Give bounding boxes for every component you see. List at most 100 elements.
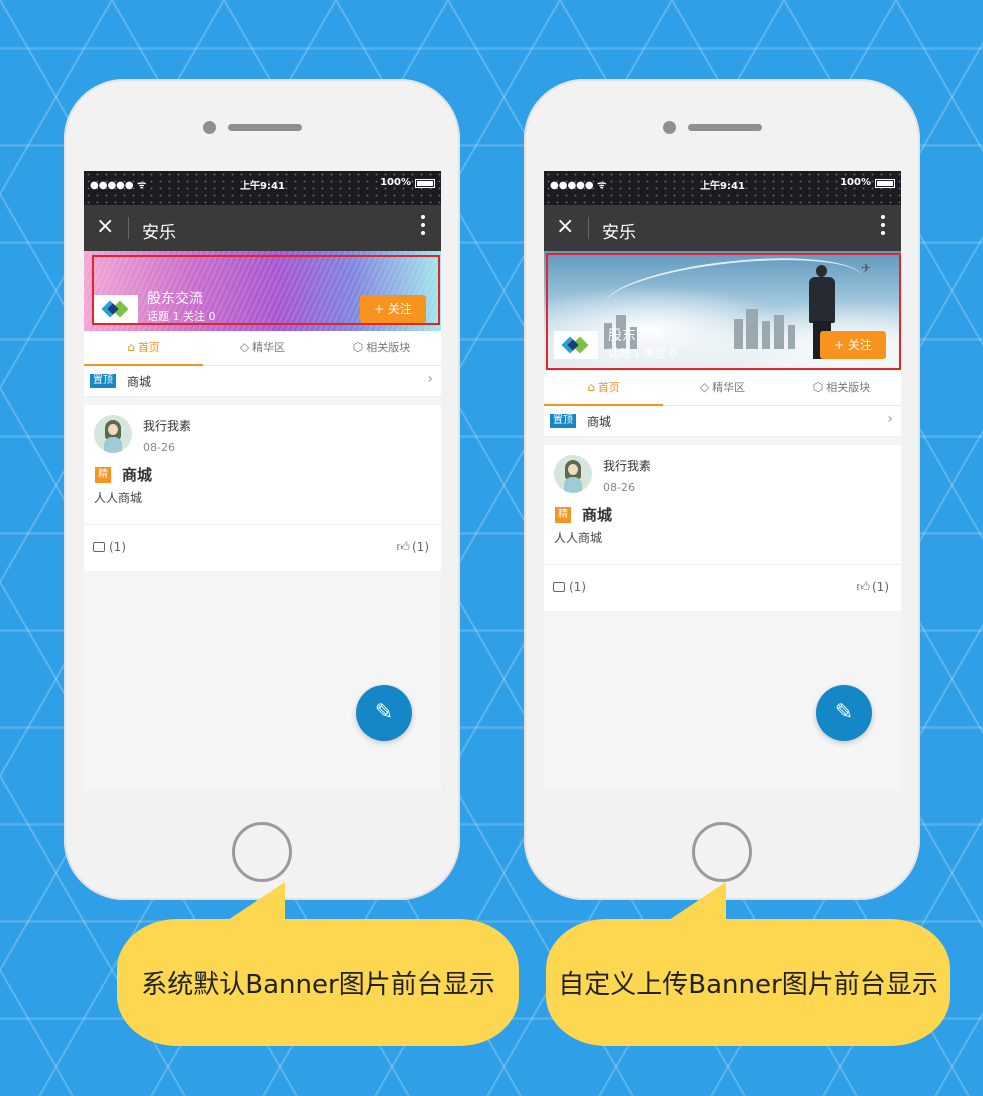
battery-percent: 100%: [840, 177, 871, 188]
tab-label: 相关版块: [366, 341, 411, 354]
post-actions: (1) 👍︎ (1): [544, 565, 901, 611]
caption-custom-banner: 自定义上传Banner图片前台显示: [546, 882, 950, 1046]
home-button[interactable]: [692, 822, 752, 882]
thumbs-up-icon: 👍︎: [396, 540, 410, 555]
close-icon[interactable]: ×: [96, 214, 114, 240]
chevron-right-icon: ›: [887, 411, 893, 427]
comment-count: (1): [569, 580, 586, 594]
home-button[interactable]: [232, 822, 292, 882]
page-title: 安乐: [602, 223, 636, 243]
follow-button[interactable]: + 关注: [820, 331, 886, 359]
forum-stats: 话题 1 关注 0: [147, 310, 216, 323]
featured-badge: 精: [555, 507, 571, 523]
like-count: (1): [872, 580, 889, 594]
post-date: 08-26: [603, 481, 635, 494]
nav-bar: × 安乐: [544, 205, 901, 251]
compose-button[interactable]: ✎: [816, 685, 872, 741]
tab-label: 首页: [137, 341, 160, 354]
pinned-badge: 置顶: [90, 374, 116, 388]
page-title: 安乐: [142, 223, 176, 243]
battery-icon: [875, 179, 895, 188]
caption-default-banner: 系统默认Banner图片前台显示: [117, 882, 519, 1046]
nav-divider: [588, 217, 589, 239]
post-author: 我行我素: [143, 419, 192, 433]
post-description: 人人商城: [94, 491, 143, 505]
speaker: [688, 124, 762, 131]
pinned-badge: 置顶: [550, 414, 576, 428]
callout-tail: [225, 882, 285, 922]
follow-button[interactable]: + 关注: [360, 295, 426, 323]
post-actions: (1) 👍︎ (1): [84, 525, 441, 571]
post-card[interactable]: 我行我素 08-26 精 商城 人人商城: [84, 405, 441, 525]
pinned-text: 商城: [127, 375, 152, 389]
status-bar: ●●●●● ᯤ 上午9:41 100%: [84, 171, 441, 205]
nav-divider: [128, 217, 129, 239]
app-screen: ●●●●● ᯤ 上午9:41 100% × 安乐 ✈ 股东交流 话题 1 关注 …: [544, 171, 901, 790]
forum-logo: [554, 331, 598, 359]
edit-icon: ✎: [374, 700, 394, 725]
comment-button[interactable]: (1): [93, 540, 126, 554]
tab-related[interactable]: ⬡ 相关版块: [782, 371, 901, 405]
tab-label: 相关版块: [826, 381, 871, 394]
post-author: 我行我素: [603, 459, 652, 473]
avatar[interactable]: [94, 415, 132, 453]
app-screen: ●●●●● ᯤ 上午9:41 100% × 安乐 股东交流 话题 1 关注 0 …: [84, 171, 441, 790]
post-description: 人人商城: [554, 531, 603, 545]
edit-icon: ✎: [834, 700, 854, 725]
phone-default-banner: ●●●●● ᯤ 上午9:41 100% × 安乐 股东交流 话题 1 关注 0 …: [64, 79, 460, 900]
camera: [663, 121, 676, 134]
pinned-text: 商城: [587, 415, 612, 429]
cube-icon: ⬡: [352, 340, 364, 354]
more-icon[interactable]: [421, 215, 425, 239]
tab-related[interactable]: ⬡ 相关版块: [322, 331, 441, 365]
battery-icon: [415, 179, 435, 188]
thumbs-up-icon: 👍︎: [856, 580, 870, 595]
post-title: 商城: [122, 466, 153, 484]
caption-text: 系统默认Banner图片前台显示: [141, 970, 495, 1000]
forum-logo: [94, 295, 138, 323]
camera: [203, 121, 216, 134]
forum-name: 股东交流: [608, 328, 664, 344]
post-date: 08-26: [143, 441, 175, 454]
cube-icon: ⬡: [812, 380, 824, 394]
chevron-right-icon: ›: [427, 371, 433, 387]
diamond-icon: ◇: [239, 340, 250, 354]
banner-custom: ✈ 股东交流 话题 1 关注 0 + 关注: [544, 251, 901, 371]
tab-featured[interactable]: ◇ 精华区: [663, 371, 782, 405]
tab-home[interactable]: ⌂ 首页: [84, 331, 203, 366]
pinned-item[interactable]: 置顶 商城 ›: [84, 366, 441, 397]
post-title: 商城: [582, 506, 613, 524]
forum-name: 股东交流: [147, 291, 203, 307]
diamond-icon: ◇: [699, 380, 710, 394]
tab-bar: ⌂ 首页 ◇ 精华区 ⬡ 相关版块: [544, 371, 901, 406]
like-button[interactable]: 👍︎ (1): [856, 580, 889, 595]
tab-label: 首页: [597, 381, 620, 394]
like-button[interactable]: 👍︎ (1): [396, 540, 429, 555]
tab-label: 精华区: [252, 341, 286, 354]
tab-label: 精华区: [712, 381, 746, 394]
forum-stats: 话题 1 关注 0: [608, 347, 677, 360]
compose-button[interactable]: ✎: [356, 685, 412, 741]
status-bar: ●●●●● ᯤ 上午9:41 100%: [544, 171, 901, 205]
tab-bar: ⌂ 首页 ◇ 精华区 ⬡ 相关版块: [84, 331, 441, 366]
featured-badge: 精: [95, 467, 111, 483]
callout-tail: [666, 882, 726, 922]
more-icon[interactable]: [881, 215, 885, 239]
home-icon: ⌂: [127, 340, 135, 354]
like-count: (1): [412, 540, 429, 554]
comment-count: (1): [109, 540, 126, 554]
close-icon[interactable]: ×: [556, 214, 574, 240]
comment-button[interactable]: (1): [553, 580, 586, 594]
post-card[interactable]: 我行我素 08-26 精 商城 人人商城: [544, 445, 901, 565]
pinned-item[interactable]: 置顶 商城 ›: [544, 406, 901, 437]
comment-icon: [93, 542, 105, 552]
tab-featured[interactable]: ◇ 精华区: [203, 331, 322, 365]
battery-percent: 100%: [380, 177, 411, 188]
avatar[interactable]: [554, 455, 592, 493]
banner-default: 股东交流 话题 1 关注 0 + 关注: [84, 251, 441, 331]
speaker: [228, 124, 302, 131]
comment-icon: [553, 582, 565, 592]
tab-home[interactable]: ⌂ 首页: [544, 371, 663, 406]
nav-bar: × 安乐: [84, 205, 441, 251]
home-icon: ⌂: [587, 380, 595, 394]
